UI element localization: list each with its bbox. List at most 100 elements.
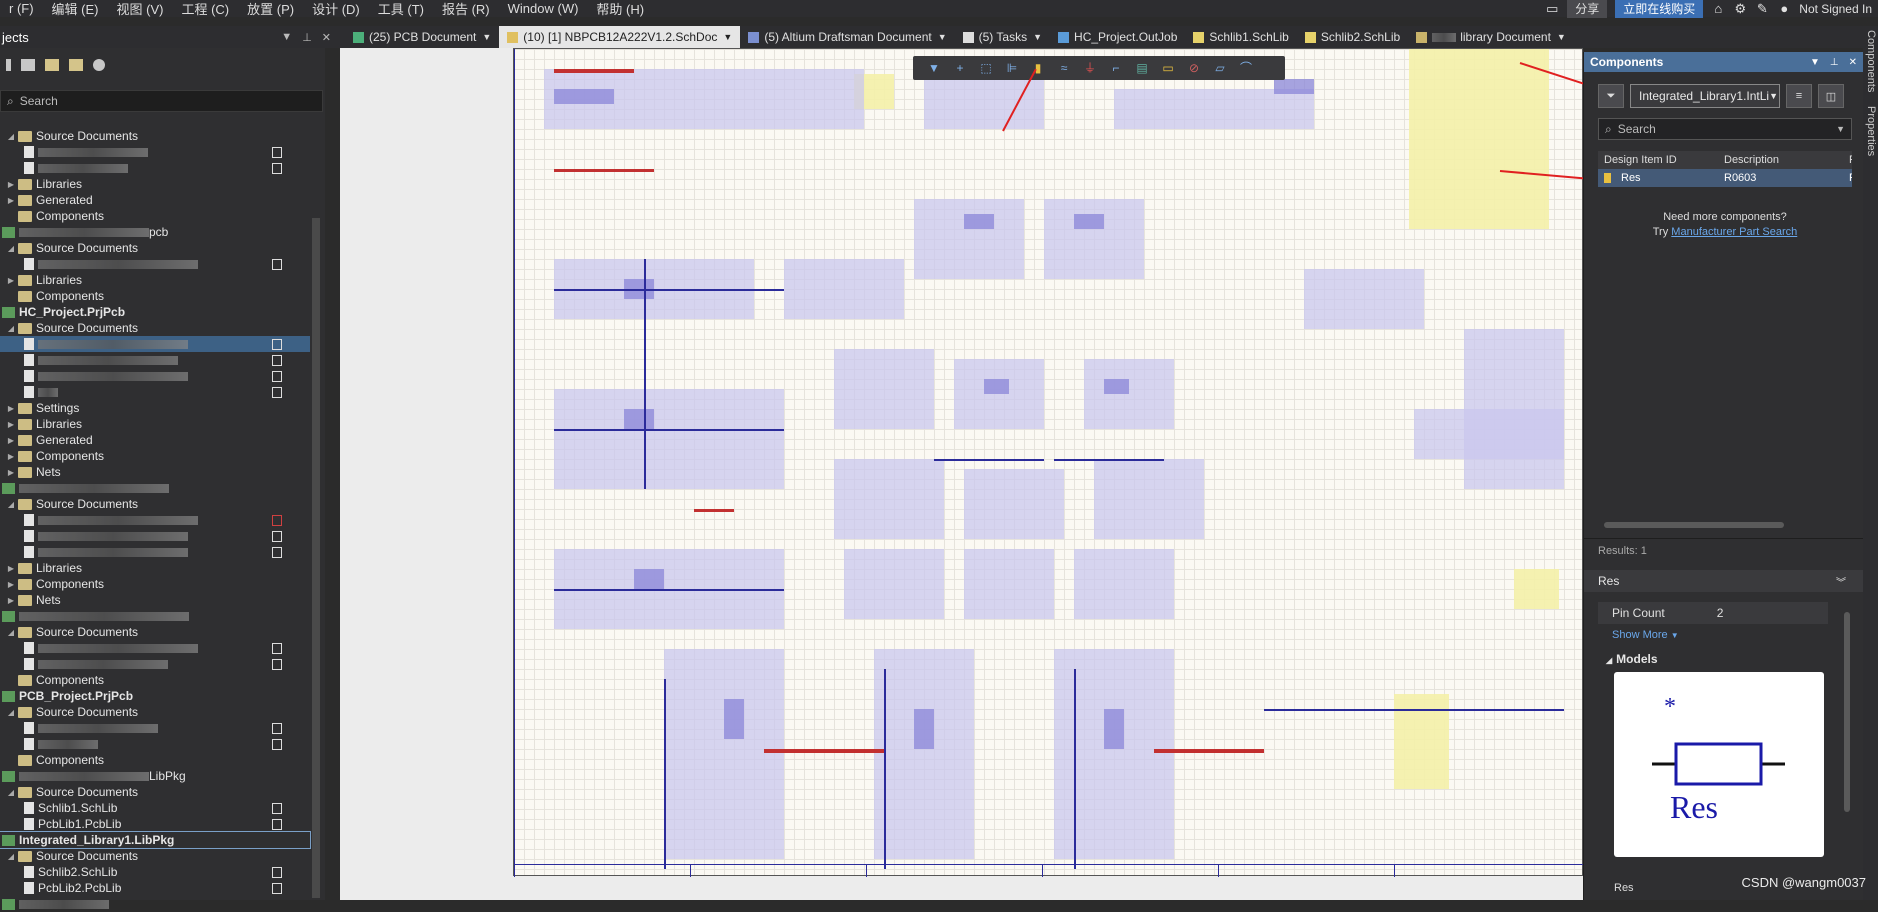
filter-icon[interactable]: ▼ — [923, 60, 945, 76]
close-icon[interactable]: ✕ — [1849, 57, 1857, 68]
folder-item[interactable]: ◢Source Documents — [0, 784, 310, 800]
user-icon[interactable]: ● — [1777, 2, 1791, 16]
move-icon[interactable]: + — [949, 60, 971, 76]
folder-item[interactable]: ▶Generated — [0, 432, 310, 448]
expand-open-icon[interactable]: ◢ — [6, 500, 16, 509]
document-item[interactable] — [0, 720, 310, 736]
expand-closed-icon[interactable]: ▶ — [6, 452, 16, 461]
tab-schlib1[interactable]: Schlib1.SchLib — [1185, 26, 1296, 48]
net-label-icon[interactable]: ⌐ — [1105, 60, 1127, 76]
pin-icon[interactable]: ⊥ — [1830, 57, 1839, 68]
port-icon[interactable]: ▱ — [1209, 60, 1231, 76]
home-icon[interactable]: ⌂ — [1711, 2, 1725, 16]
details-scrollbar[interactable] — [1844, 612, 1850, 812]
expand-open-icon[interactable]: ◢ — [6, 132, 16, 141]
tab-draftsman[interactable]: (5) Altium Draftsman Document▼ — [740, 26, 954, 48]
menu-edit[interactable]: 编辑 (E) — [43, 0, 108, 18]
align-icon[interactable]: ⊫ — [1001, 60, 1023, 76]
tab-library-document[interactable]: library Document▼ — [1408, 26, 1574, 48]
folder-item[interactable]: ▶Nets — [0, 592, 310, 608]
folder-item[interactable]: ▶Components — [0, 576, 310, 592]
folder-item[interactable]: ◢Source Documents — [0, 320, 310, 336]
tab-pcb-document[interactable]: (25) PCB Document▼ — [345, 26, 499, 48]
wire-icon[interactable]: ≈ — [1053, 60, 1075, 76]
document-item[interactable] — [0, 336, 310, 352]
manufacturer-part-search-link[interactable]: Manufacturer Part Search — [1671, 226, 1797, 238]
project-item[interactable]: HC_Project.PrjPcb — [0, 304, 310, 320]
expand-closed-icon[interactable]: ▶ — [6, 564, 16, 573]
save-icon[interactable] — [6, 59, 11, 71]
side-tab-properties[interactable]: Properties — [1865, 106, 1877, 156]
menu-window[interactable]: Window (W) — [499, 1, 588, 16]
expand-open-icon[interactable]: ◢ — [6, 852, 16, 861]
schematic-canvas[interactable] — [340, 48, 1583, 900]
models-section-header[interactable]: ◢Models — [1606, 652, 1658, 666]
document-item[interactable] — [0, 352, 310, 368]
folder-item[interactable]: ◢Source Documents — [0, 624, 310, 640]
close-icon[interactable]: ✕ — [322, 31, 331, 44]
expand-open-icon[interactable]: ◢ — [6, 628, 16, 637]
expand-closed-icon[interactable]: ▶ — [6, 596, 16, 605]
expand-closed-icon[interactable]: ▶ — [6, 468, 16, 477]
project-item[interactable] — [0, 896, 310, 912]
expand-closed-icon[interactable]: ▶ — [6, 196, 16, 205]
collapse-icon[interactable]: ︾ — [1836, 574, 1864, 589]
component-details-header[interactable]: Res ︾ — [1584, 570, 1864, 592]
menu-view[interactable]: 视图 (V) — [108, 0, 173, 18]
chat-icon[interactable]: ▭ — [1545, 2, 1559, 16]
document-item[interactable] — [0, 736, 310, 752]
folder-item[interactable]: ▶Settings — [0, 400, 310, 416]
pin-icon[interactable]: ⊥ — [302, 31, 312, 44]
components-search-input[interactable]: ⌕ Search ▼ — [1598, 118, 1852, 140]
power-port-icon[interactable]: ⏚ — [1079, 60, 1101, 76]
arc-icon[interactable]: ⌒ — [1235, 60, 1257, 76]
sheet-symbol-icon[interactable]: ▭ — [1157, 60, 1179, 76]
tab-schlib2[interactable]: Schlib2.SchLib — [1297, 26, 1408, 48]
folder-item[interactable]: Components — [0, 672, 310, 688]
expand-closed-icon[interactable]: ▶ — [6, 404, 16, 413]
chevron-down-icon[interactable]: ▼ — [482, 32, 491, 42]
expand-closed-icon[interactable]: ▶ — [6, 276, 16, 285]
folder-item[interactable]: ▶Libraries — [0, 560, 310, 576]
folder-item[interactable]: ◢Source Documents — [0, 848, 310, 864]
menu-tools[interactable]: 工具 (T) — [369, 0, 433, 18]
folder-item[interactable]: ▶Generated — [0, 192, 310, 208]
column-header[interactable]: Description — [1718, 154, 1843, 166]
folder-item[interactable]: ▶Components — [0, 448, 310, 464]
expand-open-icon[interactable]: ◢ — [6, 244, 16, 253]
document-item[interactable]: PcbLib1.PcbLib — [0, 816, 310, 832]
chevron-down-icon[interactable]: ▼ — [1836, 124, 1851, 134]
open-document-icon[interactable] — [21, 59, 35, 71]
projects-search-input[interactable]: ⌕ Search — [0, 90, 323, 112]
gear-icon[interactable] — [93, 59, 105, 71]
folder-item[interactable]: Components — [0, 288, 310, 304]
chevron-down-icon[interactable]: ▼ — [723, 32, 732, 42]
panel-menu-icon[interactable]: ▼ — [1810, 57, 1820, 68]
menu-reports[interactable]: 报告 (R) — [433, 0, 499, 18]
document-item[interactable] — [0, 656, 310, 672]
menu-help[interactable]: 帮助 (H) — [587, 0, 653, 18]
notification-icon[interactable]: ✎ — [1755, 2, 1769, 16]
schematic-sheet[interactable] — [513, 48, 1583, 876]
document-item[interactable] — [0, 384, 310, 400]
document-item[interactable]: Schlib1.SchLib — [0, 800, 310, 816]
project-item[interactable]: PCB_Project.PrjPcb — [0, 688, 310, 704]
chevron-down-icon[interactable]: ▼ — [938, 32, 947, 42]
tab-outjob[interactable]: HC_Project.OutJob — [1050, 26, 1185, 48]
panel-menu-icon[interactable]: ▼ — [281, 31, 292, 44]
expand-closed-icon[interactable]: ▶ — [6, 436, 16, 445]
document-item[interactable] — [0, 256, 310, 272]
folder-item[interactable]: ◢Source Documents — [0, 240, 310, 256]
buy-online-button[interactable]: 立即在线购买 — [1615, 0, 1703, 18]
document-item[interactable] — [0, 640, 310, 656]
project-item[interactable]: pcb — [0, 224, 310, 240]
open-project-icon[interactable] — [45, 59, 59, 71]
document-item[interactable]: PcbLib2.PcbLib — [0, 880, 310, 896]
document-item[interactable] — [0, 512, 310, 528]
toggle-details-button[interactable]: ◫ — [1818, 84, 1844, 108]
share-button[interactable]: 分享 — [1567, 0, 1607, 18]
show-more-link[interactable]: Show More ▼ — [1612, 629, 1679, 641]
project-item[interactable]: Integrated_Library1.LibPkg — [0, 832, 310, 848]
expand-open-icon[interactable]: ◢ — [6, 788, 16, 797]
document-item[interactable] — [0, 528, 310, 544]
